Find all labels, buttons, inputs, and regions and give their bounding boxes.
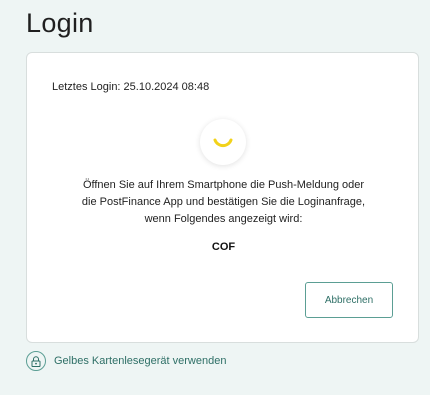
card-reader-link[interactable]: Gelbes Kartenlesegerät verwenden — [26, 351, 226, 371]
instruction-line: die PostFinance App und bestätigen Sie d… — [81, 196, 366, 208]
login-card: Letztes Login: 25.10.2024 08:48 Öffnen S… — [26, 52, 419, 343]
loading-spinner — [200, 119, 246, 165]
push-instruction: Öffnen Sie auf Ihrem Smartphone die Push… — [47, 177, 400, 228]
cancel-button[interactable]: Abbrechen — [305, 282, 393, 318]
spinner-icon — [213, 138, 233, 148]
lock-icon — [26, 351, 46, 371]
card-reader-link-label: Gelbes Kartenlesegerät verwenden — [54, 355, 227, 367]
instruction-line: Öffnen Sie auf Ihrem Smartphone die Push… — [82, 179, 365, 191]
confirmation-code: COF — [211, 241, 236, 253]
last-login-text: Letztes Login: 25.10.2024 08:48 — [52, 81, 210, 93]
instruction-line: wenn Folgendes angezeigt wird: — [144, 213, 303, 225]
page-title: Login — [26, 8, 94, 38]
